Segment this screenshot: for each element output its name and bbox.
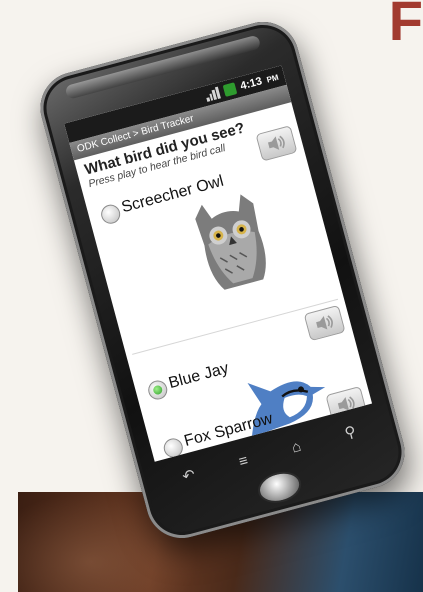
android-phone: 4:13 PM ODK Collect > Bird Tracker What …: [32, 13, 413, 547]
back-icon[interactable]: ↶: [180, 465, 198, 486]
status-ampm: PM: [265, 72, 280, 85]
home-icon[interactable]: ⌂: [290, 437, 303, 456]
radio-button[interactable]: [161, 436, 185, 460]
option-label: Blue Jay: [166, 359, 231, 393]
menu-icon[interactable]: ≡: [237, 451, 250, 470]
search-icon[interactable]: ⚲: [343, 422, 358, 442]
phone-screen: 4:13 PM ODK Collect > Bird Tracker What …: [64, 65, 373, 462]
speaker-icon: [267, 135, 285, 150]
status-time: 4:13: [239, 75, 264, 93]
radio-button[interactable]: [99, 202, 123, 226]
background-glyph: F: [388, 0, 423, 52]
battery-icon: [222, 82, 238, 97]
signal-icon: [204, 86, 221, 102]
radio-button[interactable]: [146, 378, 170, 402]
owl-image: [195, 194, 266, 290]
